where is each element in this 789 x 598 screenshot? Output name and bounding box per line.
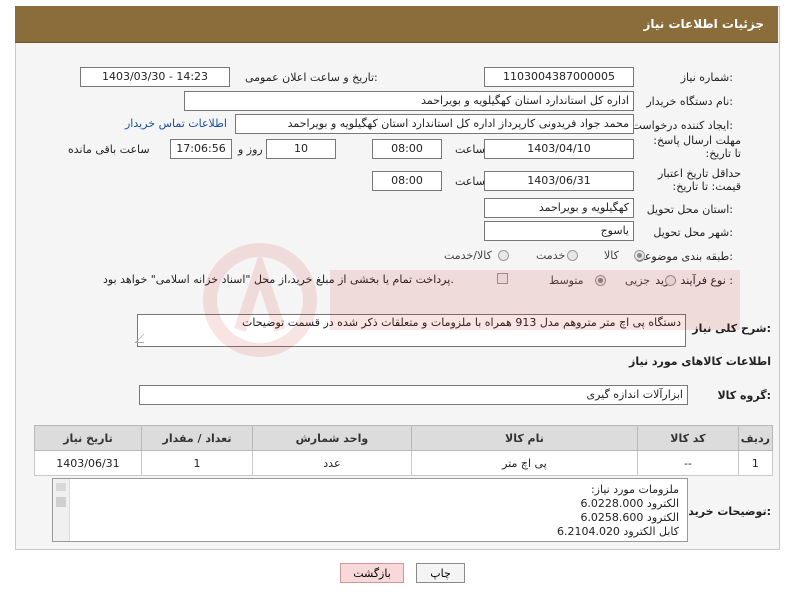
col-qty: تعداد / مقدار (140, 425, 254, 451)
announce-field[interactable]: 1403/03/30 - 14:23 (80, 67, 230, 87)
category-option-both: کالا/خدمت (444, 249, 492, 262)
city-label: شهر محل تحویل: (653, 226, 733, 239)
reply-time-field[interactable]: 08:00 (372, 139, 442, 159)
scroll-thumb[interactable] (56, 497, 66, 507)
announce-label: تاریخ و ساعت اعلان عمومی: (245, 71, 378, 84)
process-radio-medium[interactable] (595, 275, 606, 286)
cell-code: -- (637, 450, 739, 476)
reply-deadline-label: مهلت ارسال پاسخ: تا تاریخ: (653, 134, 741, 160)
remaining-label: ساعت باقی مانده (68, 143, 150, 156)
days-label: روز و (238, 143, 263, 156)
print-button[interactable]: چاپ (416, 563, 465, 583)
need-number-field[interactable]: 1103004387000005 (484, 67, 634, 87)
items-table: ردیف کد کالا نام کالا واحد شمارش تعداد /… (34, 425, 774, 476)
category-radio-service[interactable] (567, 250, 578, 261)
cell-date: 1403/06/31 (34, 450, 142, 476)
buyer-field[interactable]: اداره کل استاندارد استان کهگیلویه و بویر… (184, 91, 634, 111)
contact-buyer-link[interactable]: اطلاعات تماس خریدار (125, 117, 227, 130)
category-label: طبقه بندی موضوعی: (635, 250, 733, 263)
price-validity-date-field[interactable]: 1403/06/31 (484, 171, 634, 191)
creator-label: ایجاد کننده درخواست: (631, 119, 733, 132)
description-label: شرح کلی نیاز: (692, 322, 771, 335)
buyer-label: نام دستگاه خریدار: (646, 95, 733, 108)
treasury-payment-checkbox[interactable] (497, 273, 508, 284)
province-label: استان محل تحویل: (646, 203, 733, 216)
items-section-title: اطلاعات کالاهای مورد نیاز (629, 355, 771, 368)
col-name: نام کالا (410, 425, 639, 451)
group-label: گروه کالا: (717, 389, 771, 402)
remaining-time-field[interactable]: 17:06:56 (170, 139, 232, 159)
col-date: تاریخ نیاز (34, 425, 142, 451)
table-row[interactable]: 1 -- پی اچ متر عدد 1 1403/06/31 (34, 450, 774, 476)
category-radio-both[interactable] (498, 250, 509, 261)
price-validity-label: حداقل تاریخ اعتبار قیمت: تا تاریخ: (657, 167, 741, 193)
reply-date-field[interactable]: 1403/04/10 (484, 139, 634, 159)
group-field[interactable]: ابزارآلات اندازه گیری (139, 385, 688, 405)
back-button[interactable]: بازگشت (340, 563, 404, 583)
price-validity-time-label: ساعت (455, 175, 485, 188)
scroll-up-icon[interactable] (56, 483, 66, 491)
category-radio-goods[interactable] (634, 250, 645, 261)
notes-line: الکترود 6.0258.600 (580, 511, 679, 524)
col-code: کد کالا (637, 425, 739, 451)
process-radio-minor[interactable] (665, 275, 676, 286)
cell-row: 1 (737, 450, 774, 476)
notes-line: الکترود 6.0228.000 (580, 497, 679, 510)
price-validity-time-field[interactable]: 08:00 (372, 171, 442, 191)
cell-qty: 1 (140, 450, 254, 476)
need-number-label: شماره نیاز: (680, 71, 733, 84)
reply-time-label: ساعت (455, 143, 485, 156)
city-field[interactable]: یاسوج (484, 221, 634, 241)
category-option-service: خدمت (536, 249, 566, 262)
notes-line: ملزومات مورد نیاز: (590, 483, 679, 496)
notes-field[interactable]: ملزومات مورد نیاز: الکترود 6.0228.000 ال… (52, 478, 688, 542)
treasury-payment-note: پرداخت تمام یا بخشی از مبلغ خرید،از محل … (103, 273, 454, 286)
category-option-goods: کالا (604, 249, 619, 262)
cell-unit: عدد (252, 450, 412, 476)
days-field[interactable]: 10 (266, 139, 336, 159)
province-field[interactable]: کهگیلویه و بویراحمد (484, 198, 634, 218)
col-row: ردیف (737, 425, 774, 451)
col-unit: واحد شمارش (252, 425, 412, 451)
notes-line: کابل الکترود 6.2104.020 (556, 525, 679, 538)
page-header: جزئیات اطلاعات نیاز (15, 6, 778, 43)
description-field[interactable]: دستگاه پی اچ متر متروهم مدل 913 همراه با… (137, 314, 686, 347)
process-option-medium: متوسط (549, 274, 584, 287)
notes-scrollbar[interactable] (53, 479, 70, 541)
page-title: جزئیات اطلاعات نیاز (643, 17, 764, 31)
process-option-minor: جزیی (625, 274, 651, 287)
creator-field[interactable]: محمد جواد فریدونی کارپرداز اداره کل استا… (235, 114, 634, 134)
cell-name: پی اچ متر (410, 450, 639, 476)
notes-label: توضیحات خریدار: (678, 505, 771, 518)
